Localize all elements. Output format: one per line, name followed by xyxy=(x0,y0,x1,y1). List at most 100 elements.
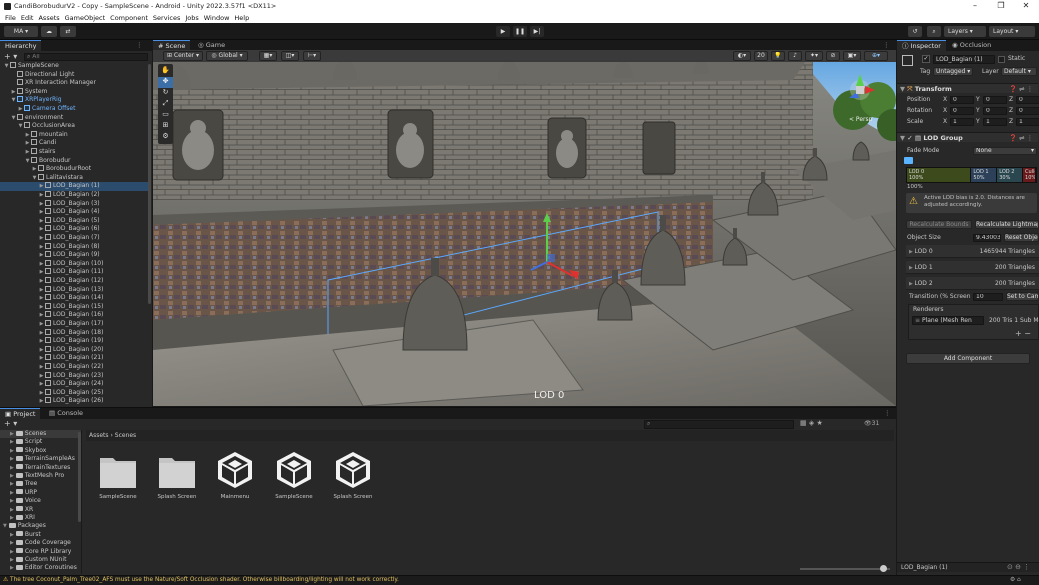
effects-toggle-icon[interactable]: ✦▾ xyxy=(805,51,823,61)
folder-item[interactable]: ▶ Scenes xyxy=(0,430,81,439)
project-search-input[interactable]: ⌕ xyxy=(644,420,794,429)
folder-item[interactable]: ▶ Custom NUnit xyxy=(0,556,81,564)
hierarchy-item[interactable]: ▶ LOD_Bagian (8) xyxy=(0,242,149,252)
collapsed-arrow-icon[interactable]: ▶ xyxy=(38,372,45,381)
transform-z-field[interactable]: 1 xyxy=(1016,117,1039,126)
folder-item[interactable]: ▶ Burst xyxy=(0,531,81,539)
collapsed-arrow-icon[interactable]: ▶ xyxy=(10,532,14,538)
hierarchy-scrollbar[interactable] xyxy=(148,64,151,304)
expanded-arrow-icon[interactable]: ▼ xyxy=(24,157,31,166)
hierarchy-item[interactable]: ▶ LOD_Bagian (1) xyxy=(0,182,149,191)
hierarchy-item[interactable]: ▶ System xyxy=(0,87,149,97)
gizmo-count-button[interactable]: 20 xyxy=(754,51,768,61)
collapsed-arrow-icon[interactable]: ▶ xyxy=(24,131,31,140)
collapsed-arrow-icon[interactable]: ▶ xyxy=(38,380,45,389)
menu-jobs[interactable]: Jobs xyxy=(185,14,198,22)
collapsed-arrow-icon[interactable]: ▶ xyxy=(38,217,45,226)
hierarchy-item[interactable]: ▶ LOD_Bagian (11) xyxy=(0,268,149,277)
hidden-objects-icon[interactable]: ⊘ xyxy=(826,51,840,61)
collapsed-arrow-icon[interactable]: ▶ xyxy=(38,182,45,191)
hierarchy-item[interactable]: ▶ LOD_Bagian (19) xyxy=(0,337,149,346)
reset-object-size-button[interactable]: Reset Object Size xyxy=(1004,233,1039,242)
hierarchy-item[interactable]: ▶ mountain xyxy=(0,130,149,140)
scene-asset[interactable]: Mainmenu xyxy=(207,450,263,500)
hierarchy-item[interactable]: ▶ stairs xyxy=(0,148,149,157)
hierarchy-item[interactable]: ▶ Candi xyxy=(0,139,149,148)
hierarchy-item[interactable]: ▶ LOD_Bagian (23) xyxy=(0,371,149,381)
object-name-field[interactable]: LOD_Bagian (1) xyxy=(933,55,995,64)
transform-header[interactable]: ▼ ⤧ Transform ❓ ⇌ ⋮ xyxy=(897,83,1038,93)
scene-asset[interactable]: SampleScene xyxy=(266,450,322,500)
folder-item[interactable]: ▶ Voice xyxy=(0,497,81,505)
lod-bar-segment[interactable]: LOD 2 30% xyxy=(997,168,1024,182)
tab-project[interactable]: ▣ Project xyxy=(0,408,41,419)
expanded-arrow-icon[interactable]: ▼ xyxy=(10,96,17,105)
project-more-icon[interactable]: ⋮ xyxy=(884,409,891,417)
recalculate-bounds-button[interactable]: Recalculate Bounds xyxy=(906,220,972,229)
scale-tool-icon[interactable]: ⤢ xyxy=(158,99,173,110)
collapsed-arrow-icon[interactable]: ▶ xyxy=(10,549,14,555)
grid-snap-icon[interactable]: ▦▾ xyxy=(259,51,277,61)
collapsed-arrow-icon[interactable]: ▶ xyxy=(10,540,14,546)
collapsed-arrow-icon[interactable]: ▶ xyxy=(38,277,45,286)
more-icon[interactable]: ⋮ xyxy=(136,41,143,49)
collapsed-arrow-icon[interactable]: ▶ xyxy=(38,354,45,363)
folder-item[interactable]: ▶ Core RP Library xyxy=(0,548,81,556)
collapsed-arrow-icon[interactable]: ▶ xyxy=(38,294,45,303)
step-button[interactable]: ▶| xyxy=(530,26,544,37)
collapsed-arrow-icon[interactable]: ▶ xyxy=(10,557,14,563)
recalculate-lightmap-button[interactable]: Recalculate Lightmap Scale xyxy=(975,220,1039,229)
collapsed-arrow-icon[interactable]: ▶ xyxy=(38,260,45,269)
folder-asset[interactable]: SampleScene xyxy=(90,450,146,500)
create-icon[interactable]: + ▾ xyxy=(4,419,17,428)
hierarchy-item[interactable]: ▶ LOD_Bagian (5) xyxy=(0,216,149,226)
hierarchy-item[interactable]: ▶ LOD_Bagian (15) xyxy=(0,302,149,312)
menu-gameobject[interactable]: GameObject xyxy=(65,14,106,22)
collapsed-arrow-icon[interactable]: ▶ xyxy=(38,200,45,209)
folder-item[interactable]: ▶ XR xyxy=(0,506,81,514)
transform-x-field[interactable]: 0 xyxy=(950,106,974,115)
transform-x-field[interactable]: 1 xyxy=(950,117,974,126)
zoom-slider-handle[interactable] xyxy=(880,565,887,572)
lod-list-row[interactable]: ▶ LOD 1 200 Triangles xyxy=(906,261,1039,274)
collapsed-arrow-icon[interactable]: ▶ xyxy=(17,105,24,114)
transform-y-field[interactable]: 1 xyxy=(983,117,1007,126)
add-icon[interactable]: + ▾ xyxy=(4,52,17,61)
history-icon[interactable]: ↺ xyxy=(908,26,922,37)
collab-icon[interactable]: ⇄ xyxy=(60,26,76,37)
collapsed-arrow-icon[interactable]: ▶ xyxy=(10,565,14,571)
folder-item[interactable]: ▶ Skybox xyxy=(0,447,81,455)
transform-x-field[interactable]: 0 xyxy=(950,95,974,104)
hierarchy-item[interactable]: ▶ LOD_Bagian (16) xyxy=(0,311,149,320)
collapsed-arrow-icon[interactable]: ▶ xyxy=(10,465,14,471)
collapsed-arrow-icon[interactable]: ▶ xyxy=(38,191,45,200)
collapsed-arrow-icon[interactable]: ▶ xyxy=(38,337,45,346)
expanded-arrow-icon[interactable]: ▼ xyxy=(31,174,38,183)
transform-menu-icon[interactable]: ❓ ⇌ ⋮ xyxy=(1009,84,1033,94)
collapsed-arrow-icon[interactable]: ▶ xyxy=(10,431,14,437)
collapsed-arrow-icon[interactable]: ▶ xyxy=(31,165,38,174)
folder-item[interactable]: ▶ Editor Coroutines xyxy=(0,564,81,572)
hierarchy-item[interactable]: ▶ LOD_Bagian (10) xyxy=(0,259,149,269)
rect-tool-icon[interactable]: ▭ xyxy=(158,110,173,121)
folder-item[interactable]: ▶ Script xyxy=(0,438,81,446)
layout-dropdown[interactable]: Layout ▾ xyxy=(989,26,1035,37)
lod-bar-segment[interactable]: LOD 0 100% xyxy=(907,168,972,182)
add-component-button[interactable]: Add Component xyxy=(906,353,1030,364)
hierarchy-item[interactable]: ▶ LOD_Bagian (4) xyxy=(0,208,149,217)
scene-asset[interactable]: Splash Screen xyxy=(325,450,381,500)
collapsed-arrow-icon[interactable]: ▶ xyxy=(10,498,14,504)
lod-bar[interactable]: LOD 0100%LOD 150%LOD 230%Culled10% xyxy=(906,167,1037,183)
transition-field[interactable]: 10 xyxy=(973,292,1003,301)
hierarchy-item[interactable]: ▶ LOD_Bagian (2) xyxy=(0,191,149,200)
folder-item[interactable]: ▶ Code Coverage xyxy=(0,539,81,547)
transform-z-field[interactable]: 0 xyxy=(1016,95,1039,104)
transform-y-field[interactable]: 0 xyxy=(983,106,1007,115)
snap-icon[interactable]: ◫▾ xyxy=(281,51,299,61)
footer-menu-icon[interactable]: ⊙ ⊖ ⋮ xyxy=(1007,563,1030,571)
fade-mode-dropdown[interactable]: None ▾ xyxy=(973,147,1037,155)
pause-button[interactable]: ❚❚ xyxy=(513,26,527,37)
hierarchy-item[interactable]: ▶ LOD_Bagian (18) xyxy=(0,328,149,338)
hierarchy-item[interactable]: ▶ LOD_Bagian (7) xyxy=(0,234,149,243)
renderer-add-icon[interactable]: + − xyxy=(1015,329,1031,338)
